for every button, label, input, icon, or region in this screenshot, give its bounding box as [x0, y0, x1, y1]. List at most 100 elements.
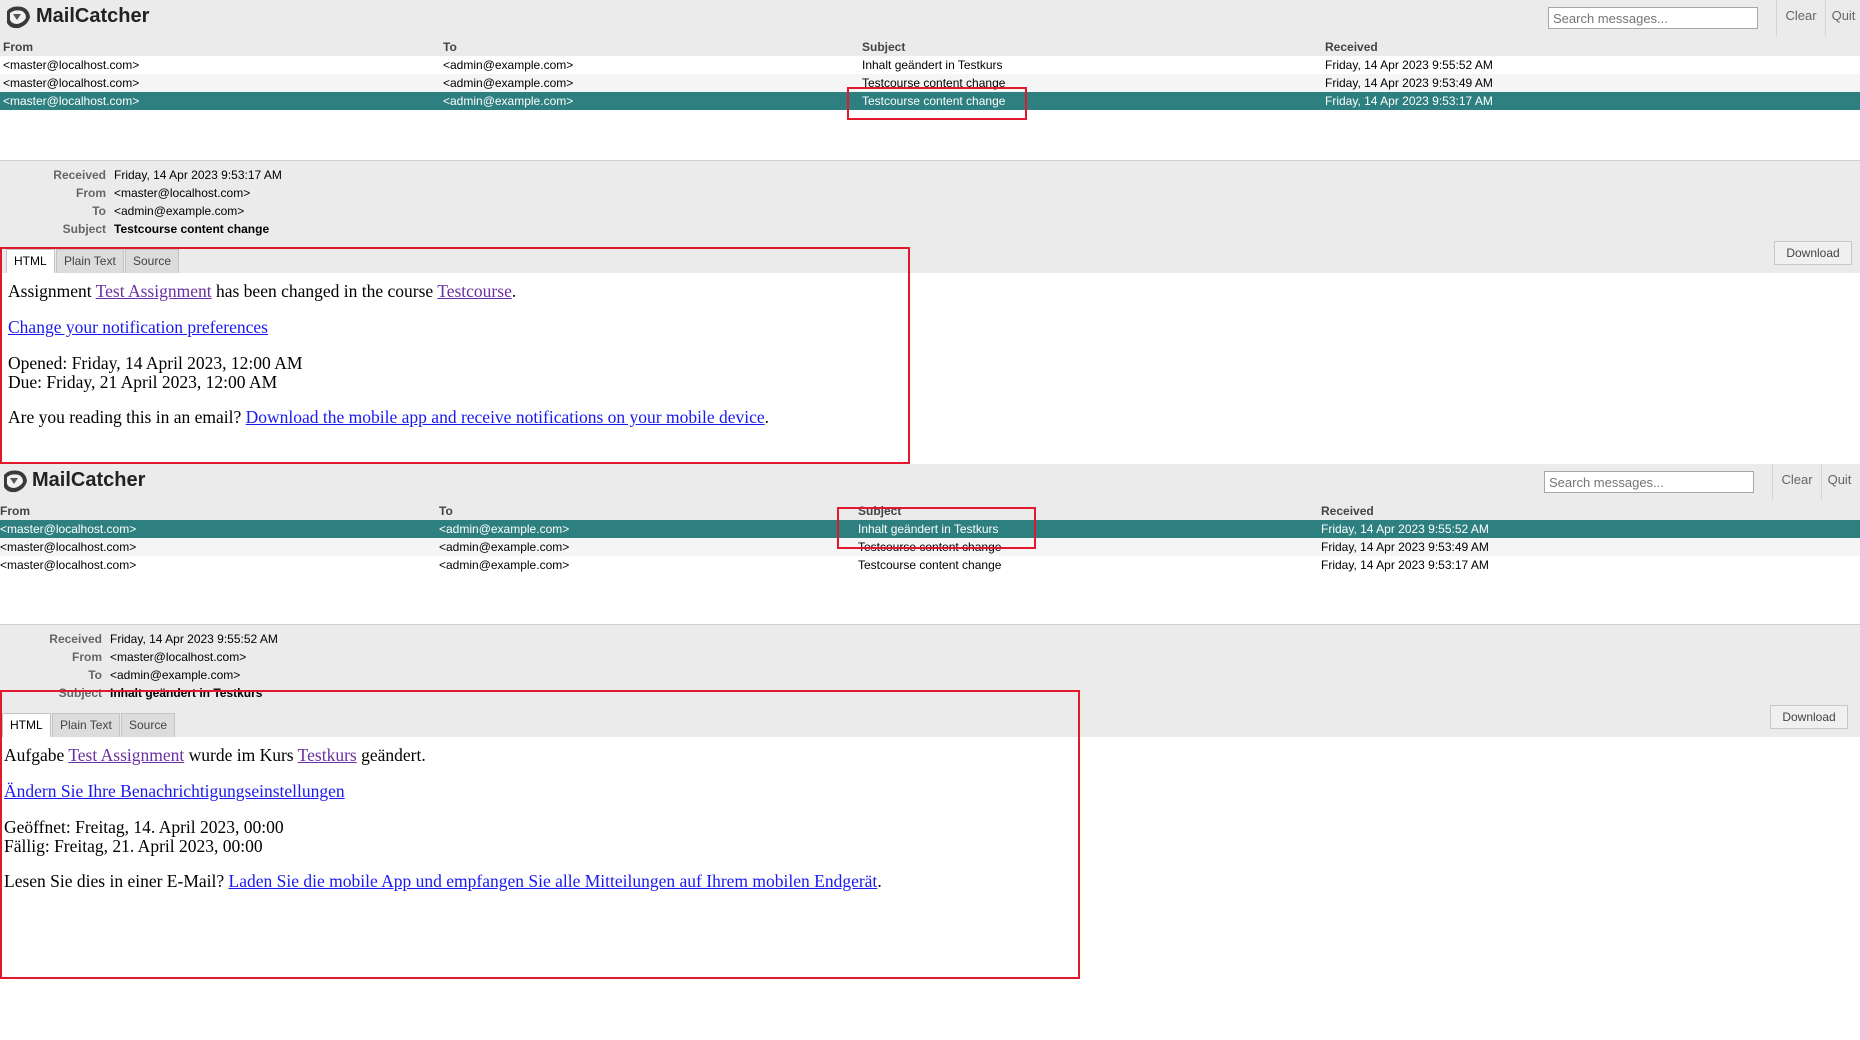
message-to: <admin@example.com>	[439, 558, 570, 572]
body-text: Aufgabe	[4, 745, 69, 765]
top-bar: MailCatcher Clear Quit	[0, 0, 1861, 39]
clear-button[interactable]: Clear	[1776, 0, 1825, 36]
message-subject: Testcourse content change	[862, 76, 1006, 90]
body-text: has been changed in the course	[211, 281, 438, 301]
message-row[interactable]: <master@localhost.com> <admin@example.co…	[0, 538, 1860, 556]
search-input[interactable]	[1544, 471, 1754, 493]
meta-to-label: To	[88, 668, 102, 682]
meta-to-value: <admin@example.com>	[114, 204, 245, 218]
message-from: <master@localhost.com>	[3, 94, 140, 108]
meta-from-value: <master@localhost.com>	[110, 650, 247, 664]
message-received: Friday, 14 Apr 2023 9:55:52 AM	[1321, 522, 1489, 536]
assignment-link[interactable]: Test Assignment	[68, 745, 184, 765]
body-line-1: Assignment Test Assignment has been chan…	[8, 281, 516, 302]
message-to: <admin@example.com>	[443, 58, 574, 72]
message-from: <master@localhost.com>	[3, 58, 140, 72]
tab-source[interactable]: Source	[125, 249, 180, 273]
message-details: Received Friday, 14 Apr 2023 9:55:52 AM …	[0, 624, 1860, 738]
message-subject: Inhalt geändert in Testkurs	[858, 522, 999, 536]
meta-subject-label: Subject	[62, 222, 106, 236]
column-header-from[interactable]: From	[3, 40, 33, 54]
tab-html[interactable]: HTML	[6, 249, 55, 274]
message-received: Friday, 14 Apr 2023 9:53:17 AM	[1321, 558, 1489, 572]
clear-button[interactable]: Clear	[1772, 464, 1821, 500]
column-header-received[interactable]: Received	[1321, 504, 1374, 518]
meta-subject-value: Testcourse content change	[114, 222, 270, 236]
message-row[interactable]: <master@localhost.com> <admin@example.co…	[0, 56, 1860, 74]
download-button[interactable]: Download	[1774, 241, 1852, 265]
course-link[interactable]: Testkurs	[298, 745, 357, 765]
quit-button[interactable]: Quit	[1825, 0, 1861, 36]
message-body: Aufgabe Test Assignment wurde im Kurs Te…	[0, 737, 1860, 927]
app-title: MailCatcher	[32, 469, 146, 491]
message-to: <admin@example.com>	[443, 94, 574, 108]
column-header-from[interactable]: From	[0, 504, 30, 518]
tab-plain-text[interactable]: Plain Text	[52, 713, 120, 737]
body-due: Due: Friday, 21 April 2023, 12:00 AM	[8, 372, 278, 392]
message-to: <admin@example.com>	[443, 76, 574, 90]
meta-received-label: Received	[53, 168, 106, 182]
column-header-subject[interactable]: Subject	[862, 40, 905, 54]
body-text: Lesen Sie dies in einer E-Mail?	[4, 871, 229, 891]
message-list-header: From To Subject Received	[0, 502, 1860, 520]
message-received: Friday, 14 Apr 2023 9:55:52 AM	[1325, 58, 1493, 72]
quit-button[interactable]: Quit	[1821, 464, 1857, 500]
download-button[interactable]: Download	[1770, 705, 1848, 729]
body-due: Fällig: Freitag, 21. April 2023, 00:00	[4, 836, 263, 856]
column-header-to[interactable]: To	[443, 40, 457, 54]
message-row[interactable]: <master@localhost.com> <admin@example.co…	[0, 74, 1860, 92]
message-to: <admin@example.com>	[439, 540, 570, 554]
body-line-5: Are you reading this in an email? Downlo…	[8, 407, 769, 428]
message-list-header: From To Subject Received	[0, 38, 1860, 56]
search-input[interactable]	[1548, 7, 1758, 29]
body-text: .	[511, 281, 517, 301]
body-line-2: Ändern Sie Ihre Benachrichtigungseinstel…	[4, 781, 345, 802]
message-row[interactable]: <master@localhost.com> <admin@example.co…	[0, 556, 1860, 574]
body-line-2: Change your notification preferences	[8, 317, 268, 338]
body-text: wurde im Kurs	[184, 745, 298, 765]
body-text: Are you reading this in an email?	[8, 407, 246, 427]
body-line-1: Aufgabe Test Assignment wurde im Kurs Te…	[4, 745, 426, 766]
tab-html[interactable]: HTML	[2, 713, 51, 738]
message-subject: Testcourse content change	[862, 94, 1006, 108]
message-from: <master@localhost.com>	[0, 540, 137, 554]
message-received: Friday, 14 Apr 2023 9:53:49 AM	[1325, 76, 1493, 90]
message-subject: Testcourse content change	[858, 540, 1002, 554]
message-received: Friday, 14 Apr 2023 9:53:17 AM	[1325, 94, 1493, 108]
meta-subject-label: Subject	[58, 686, 102, 700]
column-header-received[interactable]: Received	[1325, 40, 1378, 54]
message-subject: Inhalt geändert in Testkurs	[862, 58, 1003, 72]
mobile-app-link[interactable]: Download the mobile app and receive noti…	[246, 407, 765, 427]
course-link[interactable]: Testcourse	[437, 281, 512, 301]
notification-preferences-link[interactable]: Change your notification preferences	[8, 317, 268, 337]
message-row-selected[interactable]: <master@localhost.com> <admin@example.co…	[0, 520, 1860, 538]
message-row-selected[interactable]: <master@localhost.com> <admin@example.co…	[0, 92, 1860, 110]
body-opened: Opened: Friday, 14 April 2023, 12:00 AM	[8, 353, 303, 373]
mailcatcher-logo-icon	[7, 6, 30, 29]
meta-from-value: <master@localhost.com>	[114, 186, 251, 200]
tab-plain-text[interactable]: Plain Text	[56, 249, 124, 273]
meta-from-label: From	[72, 650, 102, 664]
meta-subject-value: Inhalt geändert in Testkurs	[110, 686, 263, 700]
message-from: <master@localhost.com>	[0, 522, 137, 536]
meta-to-label: To	[92, 204, 106, 218]
assignment-link[interactable]: Test Assignment	[96, 281, 212, 301]
message-received: Friday, 14 Apr 2023 9:53:49 AM	[1321, 540, 1489, 554]
body-line-5: Lesen Sie dies in einer E-Mail? Laden Si…	[4, 871, 882, 892]
message-body: Assignment Test Assignment has been chan…	[0, 273, 1860, 463]
column-header-to[interactable]: To	[439, 504, 453, 518]
body-text: .	[877, 871, 882, 891]
message-from: <master@localhost.com>	[0, 558, 137, 572]
mobile-app-link[interactable]: Laden Sie die mobile App und empfangen S…	[229, 871, 878, 891]
body-text: geändert.	[356, 745, 426, 765]
notification-preferences-link[interactable]: Ändern Sie Ihre Benachrichtigungseinstel…	[4, 781, 345, 801]
message-details: Received Friday, 14 Apr 2023 9:53:17 AM …	[0, 160, 1860, 274]
top-bar: MailCatcher Clear Quit	[0, 464, 1860, 503]
message-list: From To Subject Received <master@localho…	[0, 502, 1860, 624]
column-header-subject[interactable]: Subject	[858, 504, 901, 518]
message-list: From To Subject Received <master@localho…	[0, 38, 1860, 160]
meta-received-value: Friday, 14 Apr 2023 9:55:52 AM	[110, 632, 278, 646]
tab-source[interactable]: Source	[121, 713, 176, 737]
meta-received-value: Friday, 14 Apr 2023 9:53:17 AM	[114, 168, 282, 182]
window-edge-strip	[1860, 0, 1868, 1040]
